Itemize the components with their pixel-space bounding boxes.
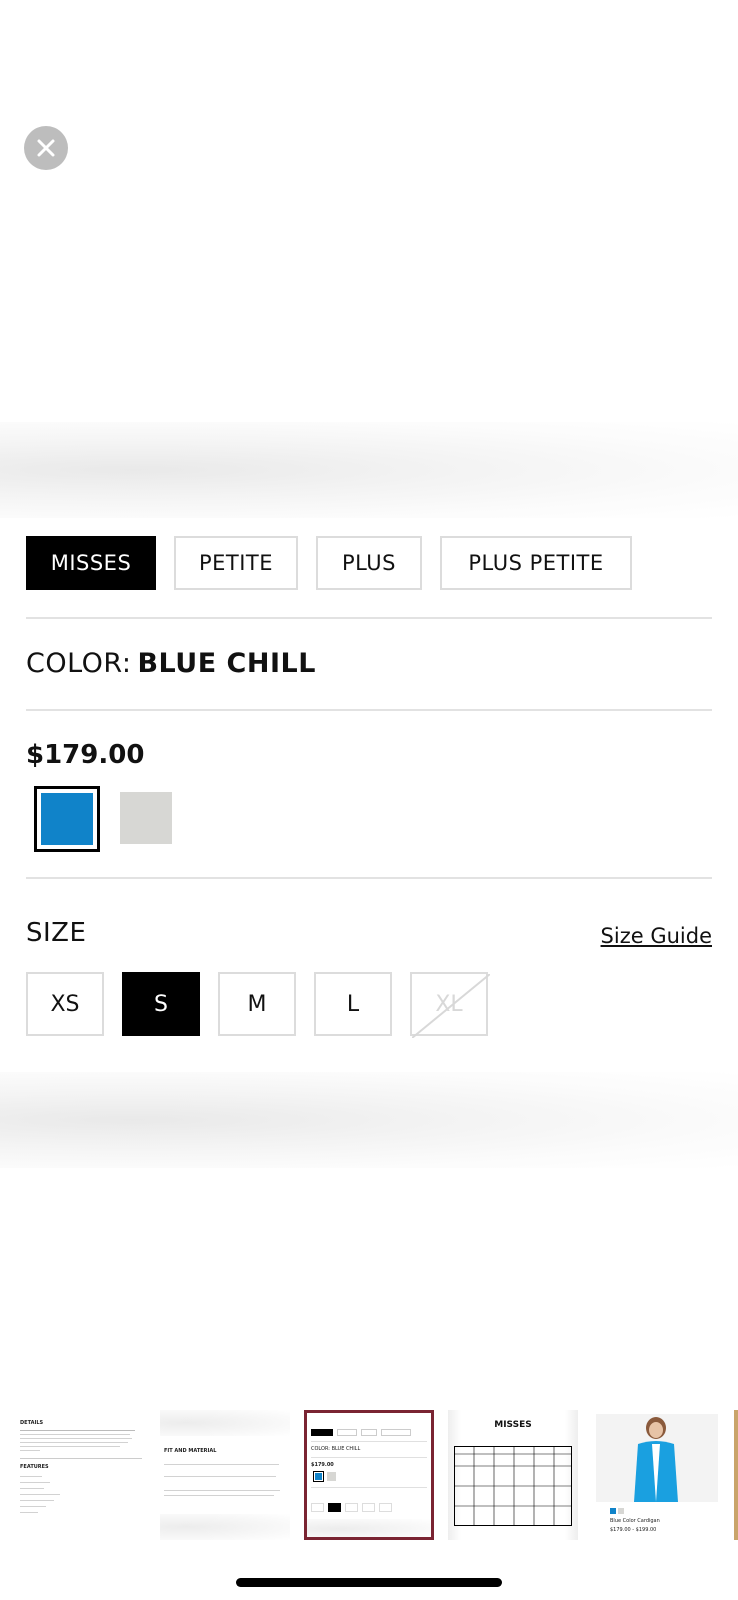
thumbnail-fit-material[interactable]: FIT AND MATERIAL [160,1410,290,1540]
color-value: BLUE CHILL [137,648,316,679]
swatch-light-gray[interactable] [120,792,172,844]
thumbnail-strip: DETAILS FEATURES FIT AND MATERIAL COLOR:… [0,1410,738,1544]
home-indicator[interactable] [236,1578,502,1587]
size-chart-grid [454,1446,572,1526]
size-title: SIZE [26,918,87,948]
close-button[interactable] [24,126,68,170]
tab-petite[interactable]: PETITE [174,536,298,590]
tab-plus[interactable]: PLUS [316,536,422,590]
divider [26,709,712,711]
size-option-l[interactable]: L [314,972,392,1036]
thumbnail-options[interactable]: COLOR: BLUE CHILL $179.00 [304,1410,434,1540]
divider [26,617,712,619]
price: $179.00 [26,740,145,770]
image-blur-band-bottom [0,1072,738,1168]
thumbnail-next-partial[interactable] [734,1410,738,1540]
close-icon [37,139,55,157]
size-guide-link[interactable]: Size Guide [601,924,712,948]
color-row: COLOR: BLUE CHILL [26,648,316,679]
model-photo-icon [634,1417,678,1502]
color-label: COLOR: [26,648,132,679]
fit-tabs: MISSES PETITE PLUS PLUS PETITE [26,536,632,590]
size-option-s[interactable]: S [122,972,200,1036]
image-blur-band-top [0,422,738,518]
divider [26,877,712,879]
thumbnail-size-chart[interactable]: MISSES [448,1410,578,1540]
tab-plus-petite[interactable]: PLUS PETITE [440,536,632,590]
size-option-m[interactable]: M [218,972,296,1036]
size-option-xs[interactable]: XS [26,972,104,1036]
tab-misses[interactable]: MISSES [26,536,156,590]
size-options: XS S M L XL [26,972,490,1038]
thumbnail-details[interactable]: DETAILS FEATURES [16,1410,146,1540]
strikethrough-icon [412,974,490,1038]
swatch-blue-chill[interactable] [34,786,100,852]
size-option-xl[interactable]: XL [410,972,490,1038]
thumbnail-product-photo[interactable]: Blue Color Cardigan $179.00 - $199.00 [592,1410,722,1540]
